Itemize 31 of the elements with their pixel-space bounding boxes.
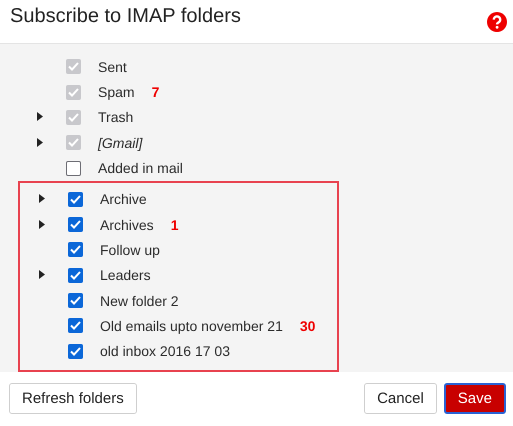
folder-name: old inbox 2016 17 03: [100, 343, 230, 360]
folder-name: Spam: [98, 84, 135, 100]
checkbox[interactable]: [68, 318, 83, 334]
cancel-button[interactable]: Cancel: [364, 383, 437, 414]
folder-name: [Gmail]: [98, 134, 142, 151]
folder-name: Follow up: [100, 242, 160, 258]
folder-name: Old emails upto november 21: [100, 318, 283, 334]
save-button[interactable]: Save: [444, 383, 506, 414]
refresh-button[interactable]: Refresh folders: [9, 383, 137, 414]
folder-name: Leaders: [100, 267, 151, 284]
checkbox[interactable]: [68, 192, 83, 207]
checkbox[interactable]: [68, 242, 83, 258]
unread-count: 30: [300, 318, 316, 334]
checkbox[interactable]: [66, 160, 81, 176]
folder-name: Archive: [100, 191, 147, 208]
unread-count: 7: [152, 84, 160, 100]
folder-name: Sent: [98, 58, 127, 75]
expand-arrow-icon[interactable]: [39, 270, 45, 280]
expand-arrow-icon[interactable]: [39, 220, 45, 229]
checkbox[interactable]: [68, 268, 83, 283]
help-icon[interactable]: [487, 12, 507, 32]
folder-name: Trash: [98, 109, 134, 126]
folder-name: Archives: [100, 216, 154, 233]
checkbox[interactable]: [68, 217, 83, 232]
expand-arrow-icon[interactable]: [39, 194, 45, 204]
folder-name: Added in mail: [98, 160, 183, 176]
checkbox[interactable]: [68, 293, 83, 308]
dialog-title: Subscribe to IMAP folders: [10, 4, 241, 29]
checkbox[interactable]: [68, 344, 83, 359]
folder-name: New folder 2: [100, 292, 179, 309]
unread-count: 1: [170, 216, 178, 233]
